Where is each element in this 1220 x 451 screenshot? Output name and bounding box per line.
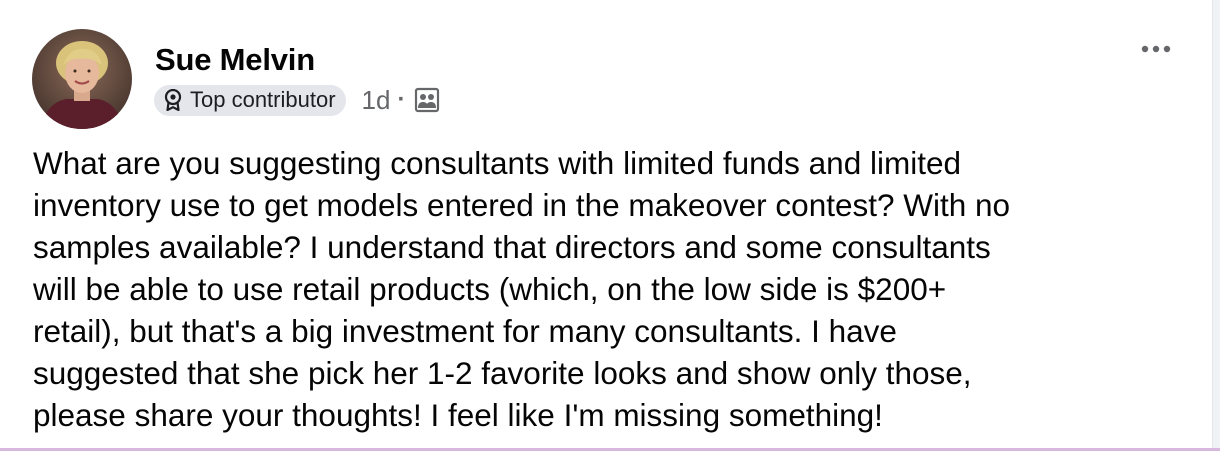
award-ribbon-icon bbox=[162, 88, 184, 112]
more-options-button[interactable] bbox=[1134, 36, 1178, 62]
post-meta: Top contributor 1d · bbox=[154, 84, 441, 116]
meta-separator: · bbox=[397, 86, 406, 113]
group-members-icon[interactable] bbox=[413, 86, 441, 114]
author-avatar[interactable] bbox=[32, 29, 132, 129]
more-options-icon bbox=[1141, 45, 1171, 53]
scrollbar-track[interactable] bbox=[1212, 0, 1220, 451]
top-contributor-badge[interactable]: Top contributor bbox=[154, 84, 346, 116]
post-card: Sue Melvin Top contributor 1d · What are… bbox=[0, 0, 1220, 451]
post-body-text: What are you suggesting consultants with… bbox=[33, 145, 1011, 433]
avatar-photo bbox=[32, 29, 132, 129]
author-name[interactable]: Sue Melvin bbox=[155, 42, 315, 78]
post-timestamp[interactable]: 1d bbox=[362, 85, 391, 116]
badge-label: Top contributor bbox=[190, 87, 336, 112]
